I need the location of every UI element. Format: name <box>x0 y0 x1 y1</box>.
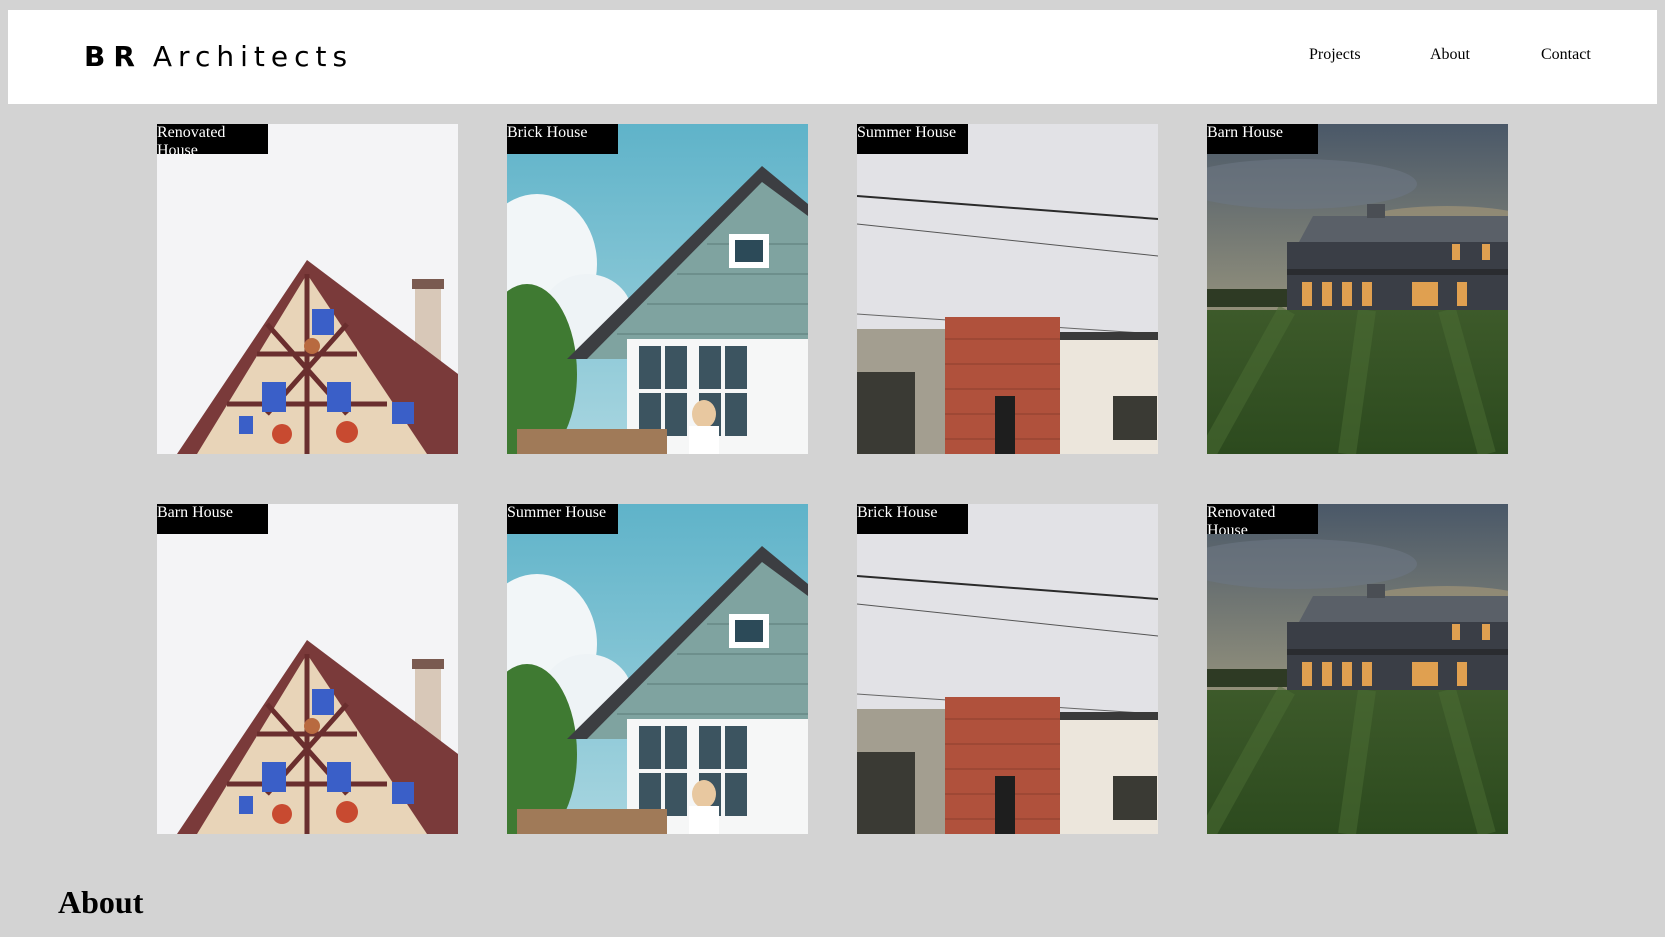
timber-frame-house-photo <box>157 124 458 454</box>
project-label: Summer House <box>857 124 968 154</box>
project-label: Barn House <box>1207 124 1318 154</box>
project-label: Renovated House <box>1207 504 1318 534</box>
brick-facade-photo <box>857 124 1158 454</box>
barn-at-dusk-photo <box>1207 124 1508 454</box>
project-card[interactable]: Brick House <box>857 504 1158 834</box>
project-card[interactable]: Summer House <box>857 124 1158 454</box>
project-label: Renovated House <box>157 124 268 154</box>
green-cottage-photo <box>507 124 808 454</box>
barn-at-dusk-photo <box>1207 504 1508 834</box>
project-label: Summer House <box>507 504 618 534</box>
project-label: Brick House <box>507 124 618 154</box>
nav-contact-link[interactable]: Contact <box>1541 46 1591 64</box>
nav-about-link[interactable]: About <box>1430 46 1470 64</box>
logo-initials: BR <box>84 40 143 73</box>
nav-projects-link[interactable]: Projects <box>1309 46 1361 64</box>
site-header: BR Architects Projects About Contact <box>8 10 1657 104</box>
logo[interactable]: BR Architects <box>84 40 353 73</box>
project-card[interactable]: Renovated House <box>157 124 458 454</box>
project-card[interactable]: Barn House <box>1207 124 1508 454</box>
project-card[interactable]: Renovated House <box>1207 504 1508 834</box>
timber-frame-house-photo <box>157 504 458 834</box>
project-label: Barn House <box>157 504 268 534</box>
green-cottage-photo <box>507 504 808 834</box>
project-label: Brick House <box>857 504 968 534</box>
project-card[interactable]: Barn House <box>157 504 458 834</box>
project-card[interactable]: Summer House <box>507 504 808 834</box>
brick-facade-photo <box>857 504 1158 834</box>
logo-name: Architects <box>152 40 354 73</box>
about-section-heading: About <box>58 884 144 920</box>
project-card[interactable]: Brick House <box>507 124 808 454</box>
